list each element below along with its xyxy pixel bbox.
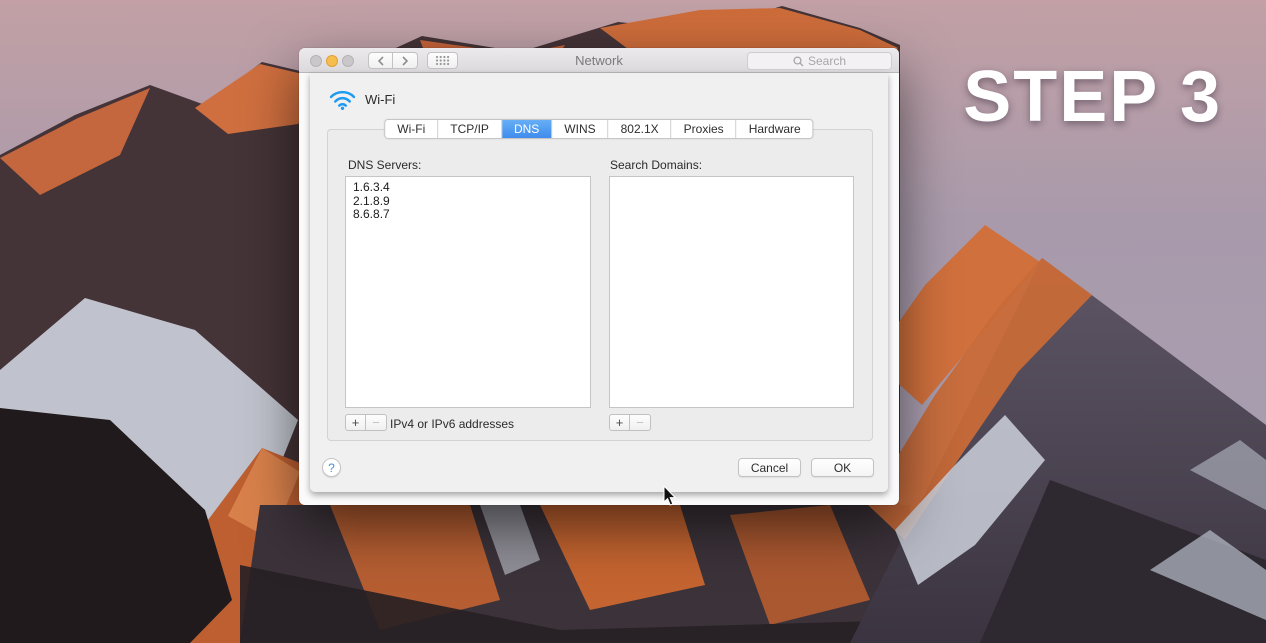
domains-add-button[interactable]: + [609, 414, 630, 431]
dns-add-button[interactable]: + [345, 414, 366, 431]
mouse-cursor [663, 486, 677, 506]
titlebar[interactable]: Network Search [299, 48, 899, 73]
dns-add-remove-group: + − [345, 414, 387, 431]
connection-name: Wi-Fi [365, 92, 396, 107]
tab-wifi[interactable]: Wi-Fi [385, 120, 439, 138]
dns-remove-button[interactable]: − [366, 414, 387, 431]
tab-8021x[interactable]: 802.1X [608, 120, 672, 138]
tab-tcpip[interactable]: TCP/IP [438, 120, 502, 138]
ok-button[interactable]: OK [811, 458, 874, 477]
dns-server-item[interactable]: 8.6.8.7 [353, 207, 590, 222]
step-overlay-text: STEP 3 [963, 57, 1222, 137]
connection-header: Wi-Fi [329, 89, 395, 110]
domains-add-remove-group: + − [609, 414, 651, 431]
dns-hint-text: IPv4 or IPv6 addresses [390, 417, 515, 431]
tab-strip: Wi-Fi TCP/IP DNS WINS 802.1X Proxies Har… [384, 119, 814, 139]
dns-server-item[interactable]: 1.6.3.4 [353, 180, 590, 195]
dns-servers-label: DNS Servers: [348, 158, 422, 172]
tab-hardware[interactable]: Hardware [736, 120, 813, 138]
domains-remove-button[interactable]: − [630, 414, 651, 431]
network-preferences-window: Network Search Wi-Fi Wi-Fi TCP/IP DNS WI… [299, 48, 899, 506]
tab-dns[interactable]: DNS [501, 120, 553, 138]
search-input[interactable]: Search [747, 52, 892, 70]
dns-server-item[interactable]: 2.1.8.9 [353, 194, 590, 209]
help-button[interactable]: ? [322, 458, 341, 477]
search-domains-label: Search Domains: [610, 158, 703, 172]
wifi-icon [329, 90, 356, 110]
tab-proxies[interactable]: Proxies [671, 120, 737, 138]
cancel-button[interactable]: Cancel [738, 458, 801, 477]
dns-servers-list[interactable]: 1.6.3.4 2.1.8.9 8.6.8.7 [345, 176, 591, 408]
search-placeholder: Search [807, 54, 847, 68]
advanced-sheet: Wi-Fi Wi-Fi TCP/IP DNS WINS 802.1X Proxi… [310, 73, 888, 506]
search-icon [793, 55, 804, 66]
search-domains-list[interactable] [609, 176, 854, 408]
tab-wins[interactable]: WINS [552, 120, 609, 138]
